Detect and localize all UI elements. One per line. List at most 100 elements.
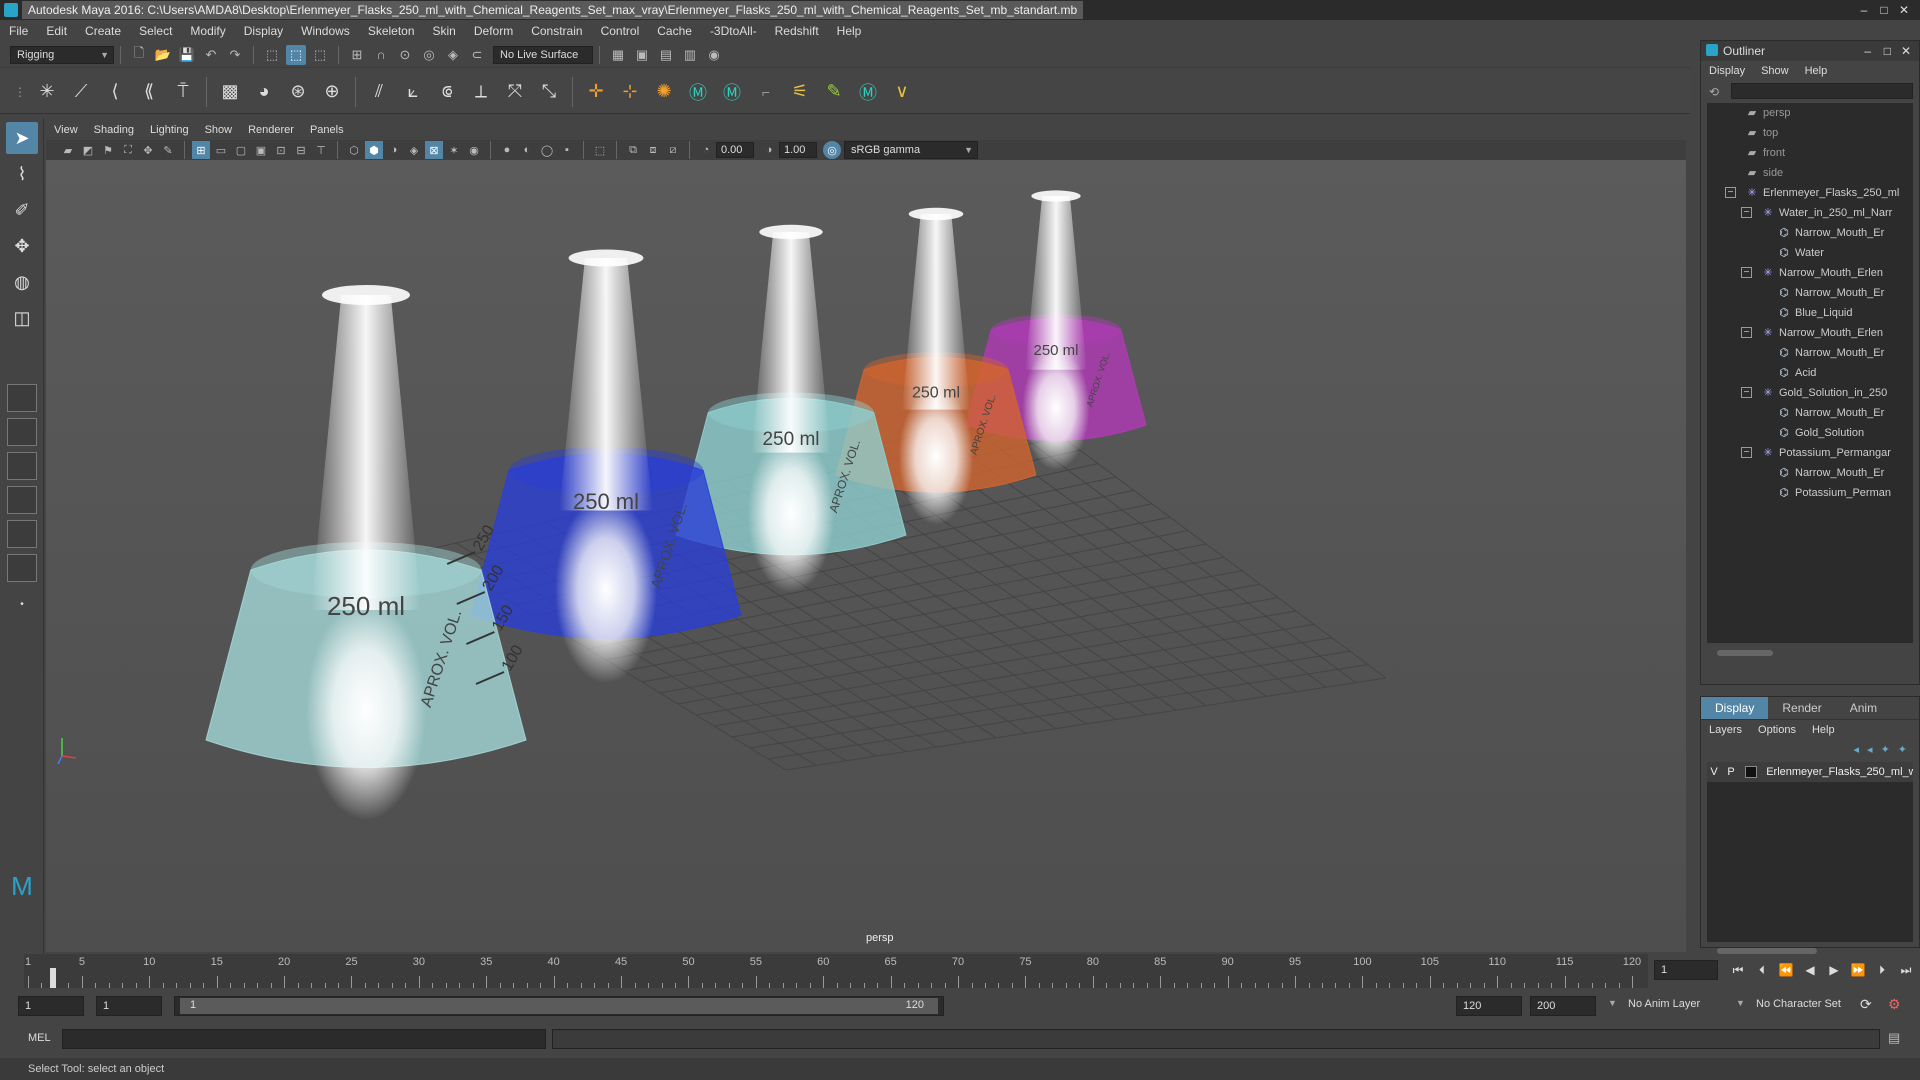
render-frame-icon[interactable]: ▣ xyxy=(632,45,652,65)
step-back-key-icon[interactable]: ⏪ xyxy=(1776,960,1796,980)
outliner-item[interactable]: ▰ top xyxy=(1707,123,1913,143)
time-slider-track[interactable]: 1 5 10 15 20 25 30 35 40 45 50 55 60 65 70 75 80 85 90 95 10… xyxy=(24,954,1648,988)
maximize-button[interactable]: □ xyxy=(1874,2,1894,18)
four-pane-layout-icon[interactable] xyxy=(7,418,37,446)
collapse-icon[interactable]: − xyxy=(1741,207,1752,218)
v-icon[interactable]: ∨ xyxy=(888,78,916,106)
panel-menu-lighting[interactable]: Lighting xyxy=(142,120,197,140)
menu-cache[interactable]: Cache xyxy=(648,20,701,42)
undo-icon[interactable]: ↶ xyxy=(201,45,221,65)
outliner-item[interactable]: ⌬ Narrow_Mouth_Er xyxy=(1707,223,1913,243)
gamma-icon[interactable]: ◑ xyxy=(760,141,778,159)
outliner-search-field[interactable] xyxy=(1731,83,1913,99)
layer-color-swatch[interactable] xyxy=(1745,766,1758,779)
outliner-item[interactable]: ⌬ Blue_Liquid xyxy=(1707,303,1913,323)
depth-of-field-icon[interactable]: ⧄ xyxy=(664,141,682,159)
shelf-handle-icon[interactable]: ⋮ xyxy=(13,78,27,106)
step-back-frame-icon[interactable]: ⏴ xyxy=(1752,960,1772,980)
menu-modify[interactable]: Modify xyxy=(181,20,234,42)
command-input[interactable] xyxy=(62,1029,546,1049)
cluster-icon[interactable]: ◕ xyxy=(250,78,278,106)
grid-icon[interactable]: ⊞ xyxy=(192,141,210,159)
select-hierarchy-icon[interactable]: ⬚ xyxy=(262,45,282,65)
move-layer-down-icon[interactable]: ◂ xyxy=(1867,743,1873,756)
collapse-icon[interactable]: − xyxy=(1741,387,1752,398)
bookmark-icon[interactable]: ⚑ xyxy=(99,141,117,159)
xray-components-icon[interactable]: ◉ xyxy=(465,141,483,159)
field-chart-icon[interactable]: ⊡ xyxy=(272,141,290,159)
pole-vector-icon[interactable]: ⤡ xyxy=(535,78,563,106)
minimize-button[interactable]: – xyxy=(1854,2,1874,18)
redshift-render-icon[interactable]: Ⓜ xyxy=(718,78,746,106)
move-layer-up-icon[interactable]: ◂ xyxy=(1854,743,1860,756)
scale-constraint-icon[interactable]: ⟂ xyxy=(467,78,495,106)
menu-deform[interactable]: Deform xyxy=(465,20,522,42)
select-component-icon[interactable]: ⬚ xyxy=(310,45,330,65)
outliner-item[interactable]: ▰ side xyxy=(1707,163,1913,183)
step-forward-key-icon[interactable]: ⏩ xyxy=(1848,960,1868,980)
exposure-field[interactable]: 0.00 xyxy=(716,142,754,158)
outliner-item[interactable]: ⌬ Potassium_Perman xyxy=(1707,483,1913,503)
chevron-down-icon[interactable]: ▼ xyxy=(1608,998,1617,1008)
render-settings-icon[interactable]: ▦ xyxy=(608,45,628,65)
panel-menu-view[interactable]: View xyxy=(46,120,86,140)
minimize-icon[interactable]: – xyxy=(1864,41,1871,61)
film-gate-icon[interactable]: ▭ xyxy=(212,141,230,159)
select-tool-icon[interactable]: ➤ xyxy=(6,122,38,154)
outliner-menu-display[interactable]: Display xyxy=(1701,61,1753,81)
panel-menu-show[interactable]: Show xyxy=(197,120,241,140)
use-default-material-icon[interactable]: ◑ xyxy=(385,141,403,159)
collapse-icon[interactable]: − xyxy=(1725,187,1736,198)
locator-icon[interactable]: ✛ xyxy=(582,78,610,106)
safe-action-icon[interactable]: ⊟ xyxy=(292,141,310,159)
menu-skeleton[interactable]: Skeleton xyxy=(359,20,424,42)
textured-icon[interactable]: ● xyxy=(498,141,516,159)
play-backwards-icon[interactable]: ◀ xyxy=(1800,960,1820,980)
step-forward-frame-icon[interactable]: ⏵ xyxy=(1872,960,1892,980)
orient-constraint-icon[interactable]: ⟃ xyxy=(433,78,461,106)
isolate-select-icon[interactable]: ⬚ xyxy=(591,141,609,159)
snap-point-icon[interactable]: ⊙ xyxy=(395,45,415,65)
outliner-menu-show[interactable]: Show xyxy=(1753,61,1797,81)
outliner-item[interactable]: − ✳ Narrow_Mouth_Erlen xyxy=(1707,263,1913,283)
outliner-item[interactable]: ⌬ Narrow_Mouth_Er xyxy=(1707,403,1913,423)
outliner-item[interactable]: − ✳ Erlenmeyer_Flasks_250_ml xyxy=(1707,183,1913,203)
exposure-icon[interactable]: ◔ xyxy=(697,141,715,159)
menu-skin[interactable]: Skin xyxy=(424,20,465,42)
close-icon[interactable]: ✕ xyxy=(1901,41,1911,61)
lasso-tool-icon[interactable]: ⌇ xyxy=(6,158,38,190)
render-view-icon[interactable]: ▥ xyxy=(680,45,700,65)
color-management-icon[interactable]: ◎ xyxy=(823,141,841,159)
menu-constrain[interactable]: Constrain xyxy=(522,20,591,42)
menu-display[interactable]: Display xyxy=(235,20,292,42)
ambient-occlusion-icon[interactable]: ▪ xyxy=(558,141,576,159)
collapse-icon[interactable]: − xyxy=(1741,267,1752,278)
playback-end-field[interactable]: 120 xyxy=(1456,996,1522,1016)
wrap-icon[interactable]: ⊕ xyxy=(318,78,346,106)
hypershade-layout-icon[interactable] xyxy=(7,554,37,582)
go-to-end-icon[interactable]: ⏭ xyxy=(1896,960,1916,980)
outliner-horizontal-scrollbar[interactable] xyxy=(1707,647,1913,659)
script-editor-icon[interactable]: ▤ xyxy=(1888,1030,1900,1046)
panel-menu-panels[interactable]: Panels xyxy=(302,120,352,140)
paint-select-tool-icon[interactable]: ✐ xyxy=(6,194,38,226)
grease-pencil-icon[interactable]: ✎ xyxy=(159,141,177,159)
close-button[interactable]: ✕ xyxy=(1894,2,1914,18)
anti-aliasing-icon[interactable]: ⧈ xyxy=(644,141,662,159)
refresh-icon[interactable]: ⟲ xyxy=(1709,85,1719,99)
menu-file[interactable]: File xyxy=(0,20,37,42)
blendshape-icon[interactable]: ⊛ xyxy=(284,78,312,106)
panel-menu-shading[interactable]: Shading xyxy=(86,120,142,140)
redshift-icon[interactable]: Ⓜ xyxy=(854,78,882,106)
layer-menu-options[interactable]: Options xyxy=(1750,720,1804,740)
scale-tool-icon[interactable]: ◫ xyxy=(6,302,38,334)
play-forwards-icon[interactable]: ▶ xyxy=(1824,960,1844,980)
open-scene-icon[interactable]: 📂 xyxy=(153,45,173,65)
tab-anim[interactable]: Anim xyxy=(1836,697,1891,719)
lights-icon[interactable]: ◐ xyxy=(518,141,536,159)
playback-start-field[interactable]: 1 xyxy=(96,996,162,1016)
motion-blur-icon[interactable]: ⧉ xyxy=(624,141,642,159)
single-pane-layout-icon[interactable] xyxy=(7,384,37,412)
redshift-light-icon[interactable]: Ⓜ xyxy=(684,78,712,106)
safe-title-icon[interactable]: ⊤ xyxy=(312,141,330,159)
